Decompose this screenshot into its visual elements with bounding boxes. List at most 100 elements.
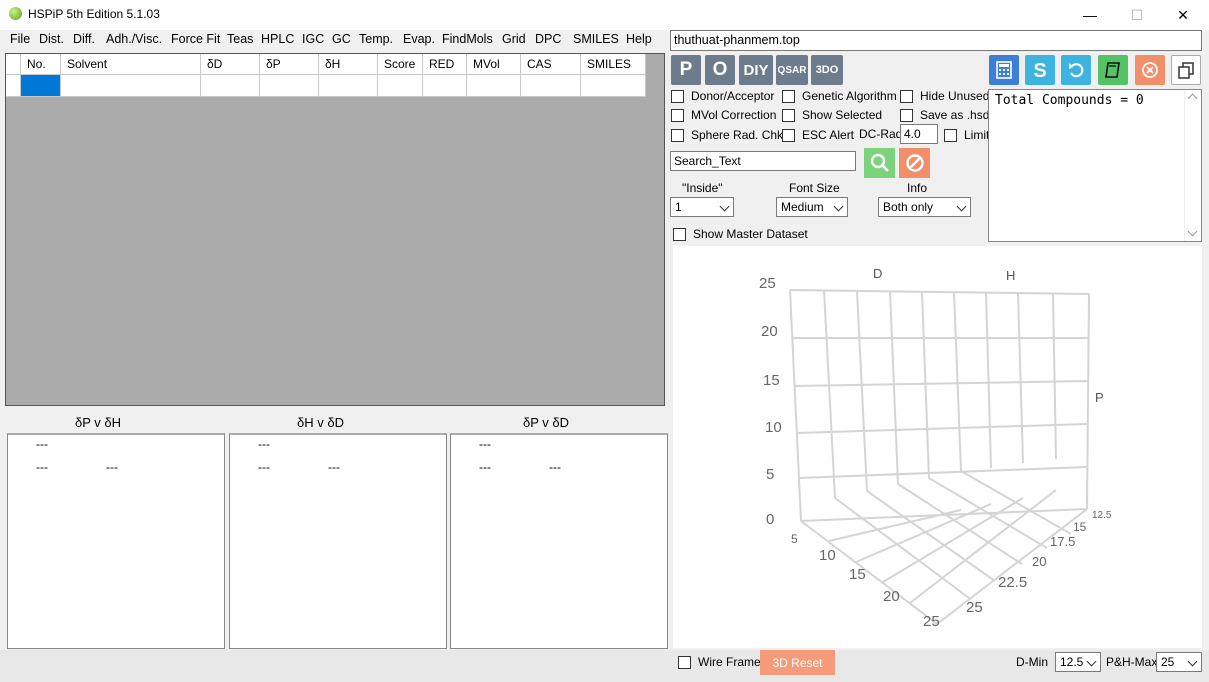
col-header-solvent[interactable]: Solvent (61, 54, 201, 75)
show-selected-checkbox[interactable]: Show Selected (782, 108, 882, 122)
minimize-button[interactable]: — (1067, 0, 1113, 30)
menu-adh-visc[interactable]: Adh./Visc. (106, 32, 162, 46)
menu-gc[interactable]: GC (332, 32, 351, 46)
ph-max-select[interactable]: 25 (1156, 652, 1202, 672)
checkbox-box[interactable] (671, 108, 684, 122)
checkbox-box[interactable] (673, 227, 686, 241)
limit-checkbox[interactable]: Limit (944, 128, 989, 142)
stop-button[interactable] (1135, 55, 1165, 85)
col-header-dp[interactable]: δP (260, 54, 319, 75)
col-header-dh[interactable]: δH (319, 54, 378, 75)
maximize-button[interactable]: ☐ (1114, 0, 1160, 30)
refresh-button[interactable] (1061, 55, 1091, 85)
p-button[interactable]: P (671, 55, 701, 85)
cell[interactable] (423, 75, 467, 97)
plot-3d[interactable]: D H P 25 20 15 10 5 0 5 10 15 20 25 12.5… (673, 246, 1202, 648)
menu-grid[interactable]: Grid (502, 32, 526, 46)
col-header-score[interactable]: Score (378, 54, 423, 75)
cell[interactable] (61, 75, 201, 97)
cell[interactable] (319, 75, 378, 97)
show-master-dataset-checkbox[interactable]: Show Master Dataset (673, 227, 808, 241)
cell[interactable] (260, 75, 319, 97)
calculator-button[interactable] (989, 55, 1019, 85)
plot-dp-dh[interactable]: --- --- --- (7, 433, 225, 649)
search-input[interactable]: Search_Text (670, 151, 856, 171)
info-select[interactable]: Both only (878, 197, 971, 217)
menu-hplc[interactable]: HPLC (261, 32, 294, 46)
3do-button[interactable]: 3DO (811, 55, 843, 85)
row-header[interactable] (6, 75, 21, 97)
book-button[interactable] (1098, 55, 1128, 85)
checkbox-box[interactable] (671, 89, 684, 103)
donor-acceptor-checkbox[interactable]: Donor/Acceptor (671, 89, 774, 103)
checkbox-box[interactable] (900, 108, 913, 122)
font-size-select[interactable]: Medium (776, 197, 848, 217)
inside-select[interactable]: 1 (670, 197, 734, 217)
checkbox-box[interactable] (782, 89, 795, 103)
checkbox-box[interactable] (678, 655, 691, 669)
chevron-down-icon[interactable] (1187, 226, 1198, 237)
menu-smiles[interactable]: SMILES (573, 32, 619, 46)
save-as-hsd-checkbox[interactable]: Save as .hsd (900, 108, 989, 122)
tick-h-17-5: 17.5 (1050, 534, 1075, 549)
menu-dpc[interactable]: DPC (535, 32, 561, 46)
cell[interactable] (467, 75, 521, 97)
plot-dp-dd[interactable]: --- --- --- (450, 433, 668, 649)
plot-dh-dd[interactable]: --- --- --- (229, 433, 447, 649)
cell[interactable] (378, 75, 423, 97)
search-icon (870, 153, 889, 172)
scrollbar[interactable] (1184, 90, 1201, 241)
menu-dist[interactable]: Dist. (39, 32, 64, 46)
menu-teas[interactable]: Teas (227, 32, 253, 46)
hide-unused-checkbox[interactable]: Hide Unused (900, 89, 989, 103)
copy-button[interactable] (1171, 55, 1201, 85)
cell[interactable] (201, 75, 260, 97)
search-button[interactable] (864, 148, 895, 178)
cell[interactable] (521, 75, 581, 97)
sphere-rad-chk-checkbox[interactable]: Sphere Rad. Chk (671, 128, 783, 142)
genetic-algorithm-checkbox[interactable]: Genetic Algorithm (782, 89, 897, 103)
menu-evap[interactable]: Evap. (403, 32, 435, 46)
mvol-correction-checkbox[interactable]: MVol Correction (671, 108, 776, 122)
checkbox-label: Show Selected (802, 108, 883, 122)
checkbox-label: Limit (964, 128, 990, 142)
menu-diff[interactable]: Diff. (73, 32, 95, 46)
menu-igc[interactable]: IGC (302, 32, 324, 46)
info-panel[interactable]: Total Compounds = 0 (988, 89, 1202, 242)
checkbox-box[interactable] (782, 108, 795, 122)
solvent-grid[interactable]: No. Solvent δD δP δH Score RED MVol CAS … (5, 53, 665, 406)
menu-help[interactable]: Help (626, 32, 652, 46)
dc-rad-input[interactable]: 4.0 (900, 124, 938, 144)
cell[interactable] (581, 75, 646, 97)
checkbox-box[interactable] (671, 128, 684, 142)
cell-selected[interactable] (21, 75, 61, 97)
wire-frame-checkbox[interactable]: Wire Frame (678, 655, 761, 669)
row-header-corner (6, 54, 21, 75)
col-header-smiles[interactable]: SMILES (581, 54, 646, 75)
tick-p-20: 20 (761, 323, 778, 340)
menu-force-fit[interactable]: Force Fit (171, 32, 220, 46)
menu-findmols[interactable]: FindMols (442, 32, 493, 46)
col-header-red[interactable]: RED (423, 54, 467, 75)
undo-icon (1069, 63, 1084, 78)
col-header-cas[interactable]: CAS (521, 54, 581, 75)
3d-reset-button[interactable]: 3D Reset (760, 650, 835, 675)
checkbox-box[interactable] (900, 89, 913, 103)
qsar-button[interactable]: QSAR (776, 55, 808, 85)
close-button[interactable]: ✕ (1160, 0, 1206, 30)
d-min-select[interactable]: 12.5 (1055, 652, 1101, 672)
checkbox-box[interactable] (782, 128, 795, 142)
menu-file[interactable]: File (10, 32, 30, 46)
col-header-dd[interactable]: δD (201, 54, 260, 75)
checkbox-box[interactable] (944, 128, 957, 142)
esc-alert-checkbox[interactable]: ESC Alert (782, 128, 854, 142)
col-header-no[interactable]: No. (21, 54, 61, 75)
o-button[interactable]: O (705, 55, 735, 85)
diy-button[interactable]: DIY (739, 55, 773, 85)
s-button[interactable]: S (1025, 55, 1055, 85)
chevron-up-icon[interactable] (1187, 93, 1198, 104)
menu-temp[interactable]: Temp. (359, 32, 393, 46)
url-field[interactable]: thuthuat-phanmem.top (670, 30, 1202, 51)
col-header-mvol[interactable]: MVol (467, 54, 521, 75)
clear-search-button[interactable] (899, 148, 930, 178)
